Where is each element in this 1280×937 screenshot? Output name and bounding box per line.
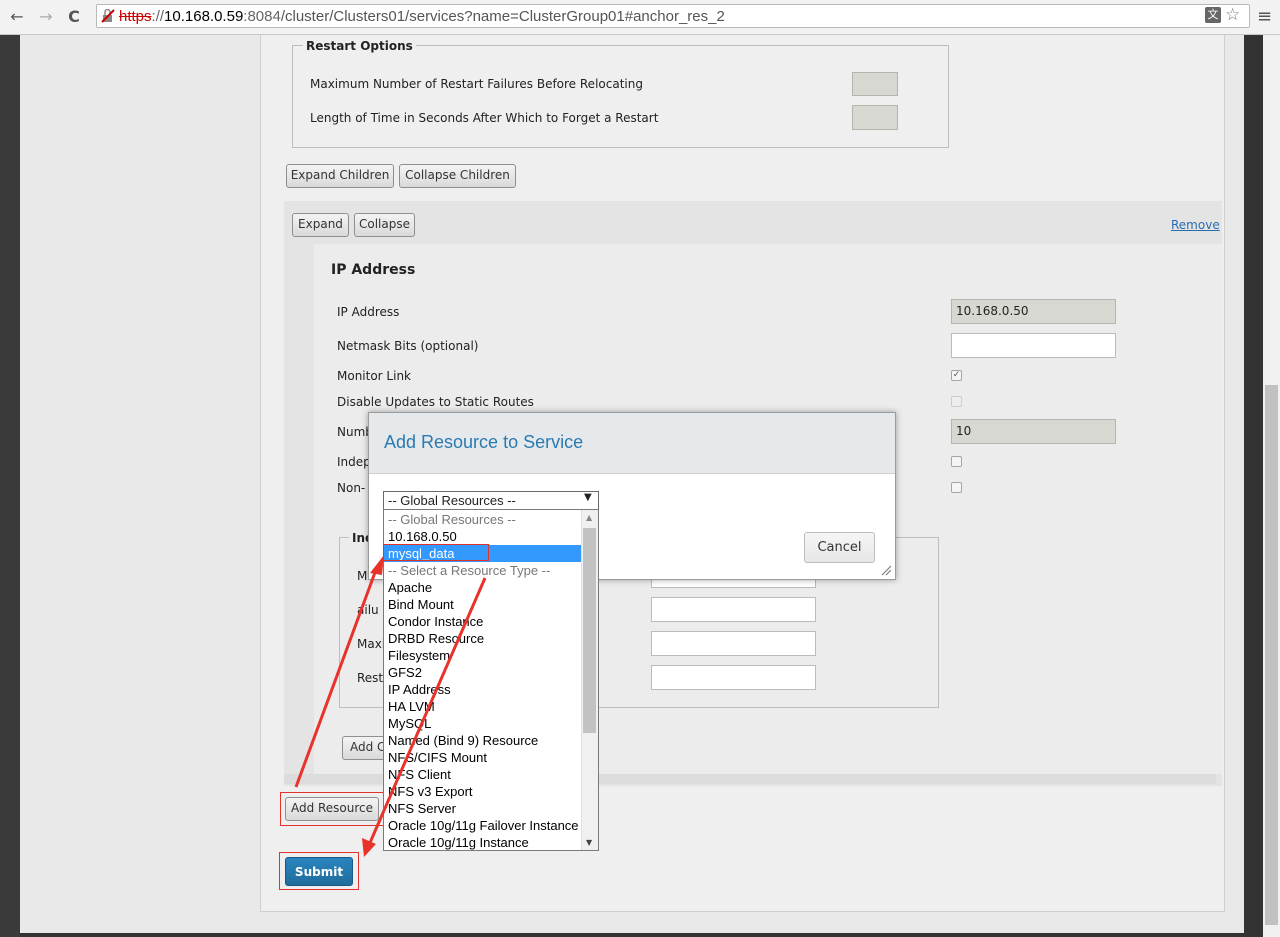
page-margin: [0, 35, 20, 937]
netmask-input[interactable]: [951, 333, 1116, 358]
inner-input-4[interactable]: [651, 665, 816, 690]
dropdown-option[interactable]: NFS Server: [384, 800, 582, 817]
dropdown-option[interactable]: Bind Mount: [384, 596, 582, 613]
resource-select-value: -- Global Resources --: [388, 493, 516, 508]
add-resource-highlight: [280, 792, 384, 826]
page-scrollbar-thumb[interactable]: [1265, 385, 1278, 925]
url-host: 10.168.0.59: [164, 8, 244, 25]
scroll-down-icon[interactable]: ▼: [586, 838, 592, 847]
dropdown-option[interactable]: Named (Bind 9) Resource: [384, 732, 582, 749]
dropdown-option[interactable]: -- Select a Resource Type --: [384, 562, 582, 579]
menu-icon[interactable]: ≡: [1257, 6, 1272, 27]
dropdown-option[interactable]: Condor Instance: [384, 613, 582, 630]
independent-label: Indep: [337, 455, 371, 469]
dropdown-option[interactable]: 10.168.0.50: [384, 528, 582, 545]
ip-address-label: IP Address: [337, 305, 400, 319]
dropdown-option[interactable]: Filesystem: [384, 647, 582, 664]
max-failures-input[interactable]: [852, 72, 898, 96]
resource-select[interactable]: -- Global Resources -- ▼: [383, 491, 599, 510]
url-port: :8084: [243, 8, 281, 25]
inner-label-3: Maxi: [357, 637, 386, 651]
forget-restart-input[interactable]: [852, 105, 898, 130]
number-input[interactable]: 10: [951, 419, 1116, 444]
url-separator: ://: [151, 8, 165, 25]
submit-highlight: [279, 852, 359, 890]
expand-children-button[interactable]: Expand Children: [286, 164, 394, 188]
dropdown-option[interactable]: MySQL: [384, 715, 582, 732]
inner-input-2[interactable]: [651, 597, 816, 622]
expand-button[interactable]: Expand: [292, 213, 349, 237]
inner-label-2: ailu: [357, 603, 379, 617]
dropdown-option[interactable]: NFS Client: [384, 766, 582, 783]
netmask-label: Netmask Bits (optional): [337, 339, 479, 353]
dropdown-option[interactable]: Oracle 10g/11g Failover Instance: [384, 817, 582, 834]
restart-options-fieldset: [292, 45, 949, 148]
independent-checkbox[interactable]: [951, 456, 962, 467]
browser-toolbar: ← → C https://10.168.0.59:8084/cluster/C…: [0, 0, 1280, 35]
insecure-lock-icon[interactable]: [101, 9, 115, 23]
collapse-children-button[interactable]: Collapse Children: [399, 164, 516, 188]
dialog-header: Add Resource to Service: [369, 413, 895, 474]
disable-updates-label: Disable Updates to Static Routes: [337, 395, 534, 409]
resource-heading: IP Address: [331, 262, 416, 278]
address-bar[interactable]: https://10.168.0.59:8084/cluster/Cluster…: [96, 4, 1250, 28]
dropdown-option[interactable]: HA LVM: [384, 698, 582, 715]
reload-icon[interactable]: C: [63, 6, 85, 28]
inner-label-1: M: [357, 569, 368, 583]
max-failures-label: Maximum Number of Restart Failures Befor…: [310, 77, 643, 91]
url-text: https://10.168.0.59:8084/cluster/Cluster…: [119, 8, 725, 25]
disable-updates-checkbox[interactable]: [951, 396, 962, 407]
star-icon[interactable]: ☆: [1225, 5, 1240, 25]
cancel-button[interactable]: Cancel: [804, 532, 875, 563]
url-path: /cluster/Clusters01/services?name=Cluste…: [280, 8, 725, 25]
monitor-link-checkbox[interactable]: ✓: [951, 370, 962, 381]
dropdown-scrollbar[interactable]: ▲ ▼: [581, 510, 598, 850]
dropdown-option[interactable]: IP Address: [384, 681, 582, 698]
mysql-data-highlight: [383, 544, 489, 561]
dropdown-option[interactable]: -- Global Resources --: [384, 511, 582, 528]
url-protocol: https: [119, 8, 152, 25]
resize-grip-icon[interactable]: [880, 564, 892, 576]
dropdown-option[interactable]: Apache: [384, 579, 582, 596]
dropdown-option[interactable]: Oracle 10g/11g Instance: [384, 834, 582, 850]
forward-arrow-icon[interactable]: →: [35, 6, 57, 28]
non-critical-checkbox[interactable]: [951, 482, 962, 493]
dialog-title: Add Resource to Service: [384, 432, 584, 452]
inner-input-3[interactable]: [651, 631, 816, 656]
dropdown-option[interactable]: DRBD Resource: [384, 630, 582, 647]
translate-icon[interactable]: 文: [1205, 7, 1221, 23]
ip-address-input[interactable]: 10.168.0.50: [951, 299, 1116, 324]
dropdown-option[interactable]: GFS2: [384, 664, 582, 681]
scroll-up-icon[interactable]: ▲: [586, 513, 592, 522]
dropdown-scrollbar-thumb[interactable]: [583, 528, 596, 733]
back-arrow-icon[interactable]: ←: [6, 6, 28, 28]
dropdown-option[interactable]: NFS v3 Export: [384, 783, 582, 800]
forget-restart-label: Length of Time in Seconds After Which to…: [310, 111, 659, 125]
dropdown-option[interactable]: NFS/CIFS Mount: [384, 749, 582, 766]
remove-link[interactable]: Remove: [1171, 218, 1220, 232]
restart-options-legend: Restart Options: [303, 39, 416, 53]
monitor-link-label: Monitor Link: [337, 369, 412, 383]
select-arrow-icon: ▼: [584, 492, 592, 503]
collapse-button[interactable]: Collapse: [354, 213, 415, 237]
non-critical-label: Non-: [337, 481, 366, 495]
